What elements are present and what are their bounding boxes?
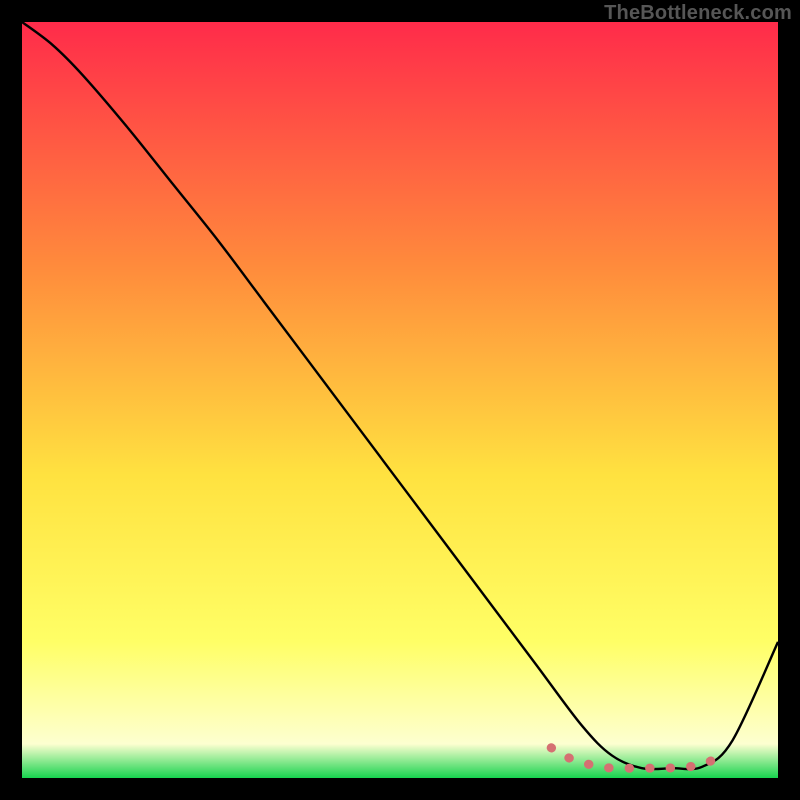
chart-frame: TheBottleneck.com (0, 0, 800, 800)
chart-svg (22, 22, 778, 778)
plot-area (22, 22, 778, 778)
